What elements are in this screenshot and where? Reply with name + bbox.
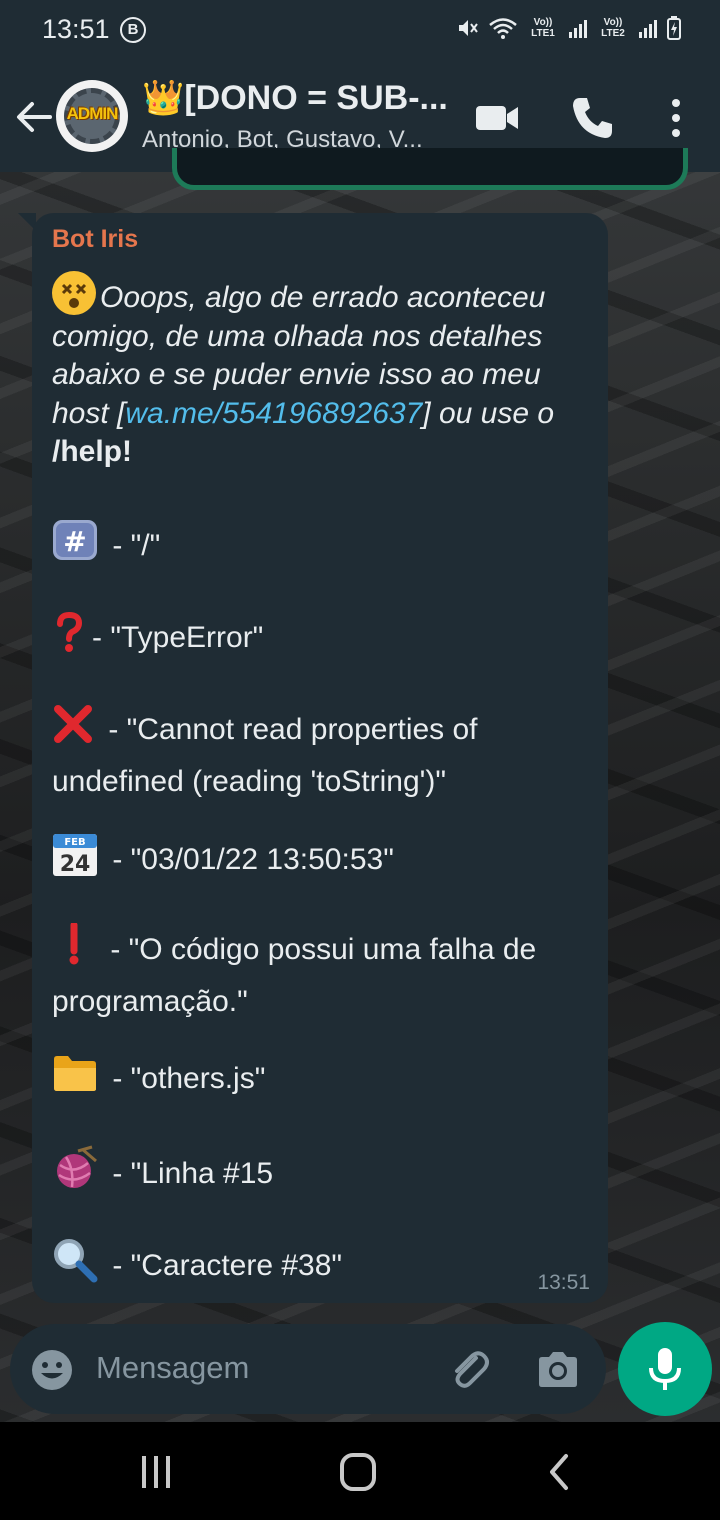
detail-line-type: - "TypeError" <box>52 611 592 667</box>
back-arrow-icon[interactable] <box>12 96 54 138</box>
calendar-month: FEB <box>64 837 85 848</box>
previous-message-bubble[interactable] <box>172 148 688 190</box>
sender-name[interactable]: Bot Iris <box>52 225 138 254</box>
help-command: /help! <box>52 435 132 468</box>
host-link[interactable]: wa.me/554196892637 <box>125 397 422 430</box>
calendar-icon: FEB 24 <box>52 831 98 891</box>
status-icons: Vo)) LTE1 Vo)) LTE2 <box>456 16 682 40</box>
dizzy-face-icon <box>52 271 96 315</box>
magnifier-icon <box>52 1237 98 1297</box>
message-bubble[interactable]: Bot Iris Ooops, algo de errado aconteceu… <box>32 213 608 1303</box>
detail-text: - "O código possui uma falha de programa… <box>52 932 537 1018</box>
folder-icon <box>52 1053 98 1107</box>
recent-apps-icon[interactable] <box>132 1452 180 1492</box>
avatar-admin-text: ADMIN <box>66 104 119 123</box>
sim1-label: Vo)) LTE1 <box>531 17 555 39</box>
mute-icon <box>459 20 478 36</box>
svg-text:#: # <box>63 525 86 558</box>
camera-icon[interactable] <box>534 1346 582 1394</box>
chat-title[interactable]: 👑[DONO = SUB-... <box>142 78 452 118</box>
emoji-icon[interactable] <box>30 1348 74 1392</box>
status-time: 13:51 <box>42 14 110 44</box>
detail-line-character: - "Caractere #38" <box>52 1237 592 1297</box>
wifi-icon <box>489 18 517 39</box>
exclamation-icon <box>52 921 96 979</box>
more-options-icon[interactable] <box>652 94 700 142</box>
message-intro: Ooops, algo de errado aconteceu comigo, … <box>52 271 592 472</box>
detail-text: - "/" <box>104 528 161 562</box>
group-avatar[interactable]: ADMIN <box>56 80 128 152</box>
signal-1-icon <box>569 20 587 38</box>
detail-line-line-number: - "Linha #15 <box>52 1145 592 1205</box>
home-icon[interactable] <box>334 1452 382 1492</box>
video-call-icon[interactable] <box>474 94 522 142</box>
message-input-bar[interactable]: Mensagem <box>10 1324 606 1414</box>
detail-text: - "03/01/22 13:50:53" <box>104 842 394 876</box>
status-bar: 13:51 B Vo)) LTE1 Vo)) LTE2 <box>0 0 720 60</box>
detail-line-route: # - "/" <box>52 519 592 575</box>
yarn-icon <box>52 1145 98 1205</box>
detail-text: - "others.js" <box>104 1061 266 1095</box>
detail-line-date: FEB 24 - "03/01/22 13:50:53" <box>52 831 592 891</box>
detail-text: - "Cannot read properties of undefined (… <box>52 712 478 798</box>
detail-line-file: - "others.js" <box>52 1053 592 1107</box>
detail-line-message: - "Cannot read properties of undefined (… <box>52 703 592 805</box>
detail-text: - "Caractere #38" <box>104 1248 343 1282</box>
attach-icon[interactable] <box>446 1346 494 1394</box>
battery-icon <box>667 16 681 40</box>
system-navigation-bar <box>0 1422 720 1520</box>
message-timestamp: 13:51 <box>537 1271 590 1294</box>
sim2-label: Vo)) LTE2 <box>601 17 625 39</box>
voice-call-icon[interactable] <box>568 94 616 142</box>
microphone-icon <box>649 1348 681 1390</box>
detail-text: - "TypeError" <box>92 620 264 654</box>
calendar-day: 24 <box>60 852 91 877</box>
message-input[interactable]: Mensagem <box>96 1350 249 1386</box>
detail-line-explanation: - "O código possui uma falha de programa… <box>52 921 592 1025</box>
cross-mark-icon <box>52 703 94 759</box>
question-mark-icon <box>52 611 86 667</box>
back-nav-icon[interactable] <box>536 1452 584 1492</box>
hash-keycap-icon: # <box>52 519 98 575</box>
signal-2-icon <box>639 20 657 38</box>
b-badge-icon: B <box>120 17 146 43</box>
voice-message-button[interactable] <box>618 1322 712 1416</box>
intro-after-link: ] ou use o <box>422 396 555 430</box>
detail-text: - "Linha #15 <box>104 1156 274 1190</box>
